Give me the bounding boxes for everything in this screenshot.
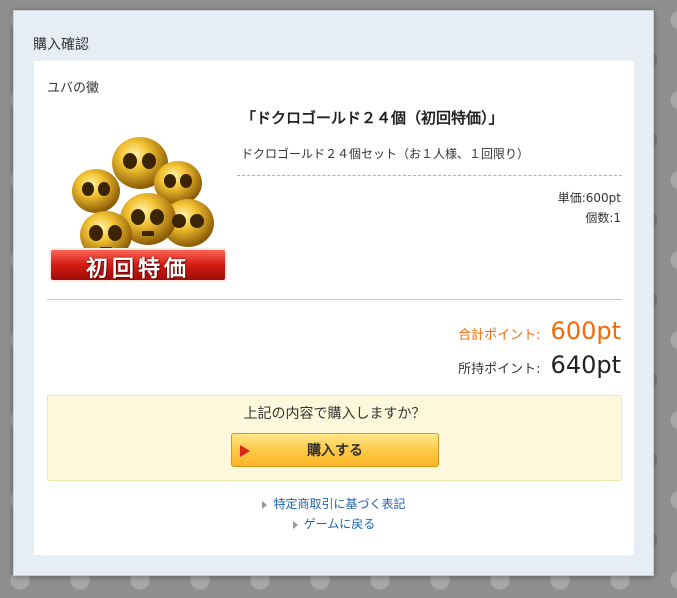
buy-button[interactable]: 購入する <box>231 433 439 467</box>
total-points-row: 合計ポイント: 600pt <box>458 317 621 345</box>
first-time-badge-text: 初回特価 <box>85 257 190 282</box>
return-to-game-link[interactable]: ゲームに戻る <box>304 517 376 531</box>
confirm-question: 上記の内容で購入しますか？ <box>243 406 426 422</box>
dotted-divider <box>237 175 622 176</box>
item-title: 「ドクロゴールド２４個（初回特価）」 <box>241 109 504 127</box>
total-points-value: 600pt <box>550 317 621 345</box>
owned-points-row: 所持ポイント: 640pt <box>458 351 621 379</box>
unit-price: 単価:600pt <box>557 191 621 205</box>
triangle-right-icon <box>262 500 268 509</box>
shop-name: ユバの黴 <box>47 81 100 96</box>
item-description: ドクロゴールド２４個セット（お１人様、１回限り） <box>241 147 530 161</box>
play-arrow-icon <box>240 445 250 457</box>
purchase-dialog: 購入確認 ユバの黴 初回特価 「ドクロゴールド２４個（初回特価）」 ドクロゴール… <box>13 10 654 576</box>
dialog-title: 購入確認 <box>33 37 89 53</box>
quantity: 個数:1 <box>585 211 621 225</box>
owned-points-value: 640pt <box>550 351 621 379</box>
link-row-legal: 特定商取引に基づく表記 <box>34 495 634 512</box>
owned-points-label: 所持ポイント: <box>458 362 541 377</box>
legal-notice-link[interactable]: 特定商取引に基づく表記 <box>273 497 405 511</box>
link-row-return: ゲームに戻る <box>34 515 634 532</box>
buy-button-label: 購入する <box>307 443 363 459</box>
triangle-right-icon <box>292 520 298 529</box>
section-divider <box>47 299 622 300</box>
purchase-panel: ユバの黴 初回特価 「ドクロゴールド２４個（初回特価）」 ドクロゴールド２４個セ… <box>34 61 634 555</box>
confirm-box: 上記の内容で購入しますか？ 購入する <box>47 395 622 481</box>
item-image: 初回特価 <box>48 123 228 283</box>
total-points-label: 合計ポイント: <box>458 328 541 343</box>
